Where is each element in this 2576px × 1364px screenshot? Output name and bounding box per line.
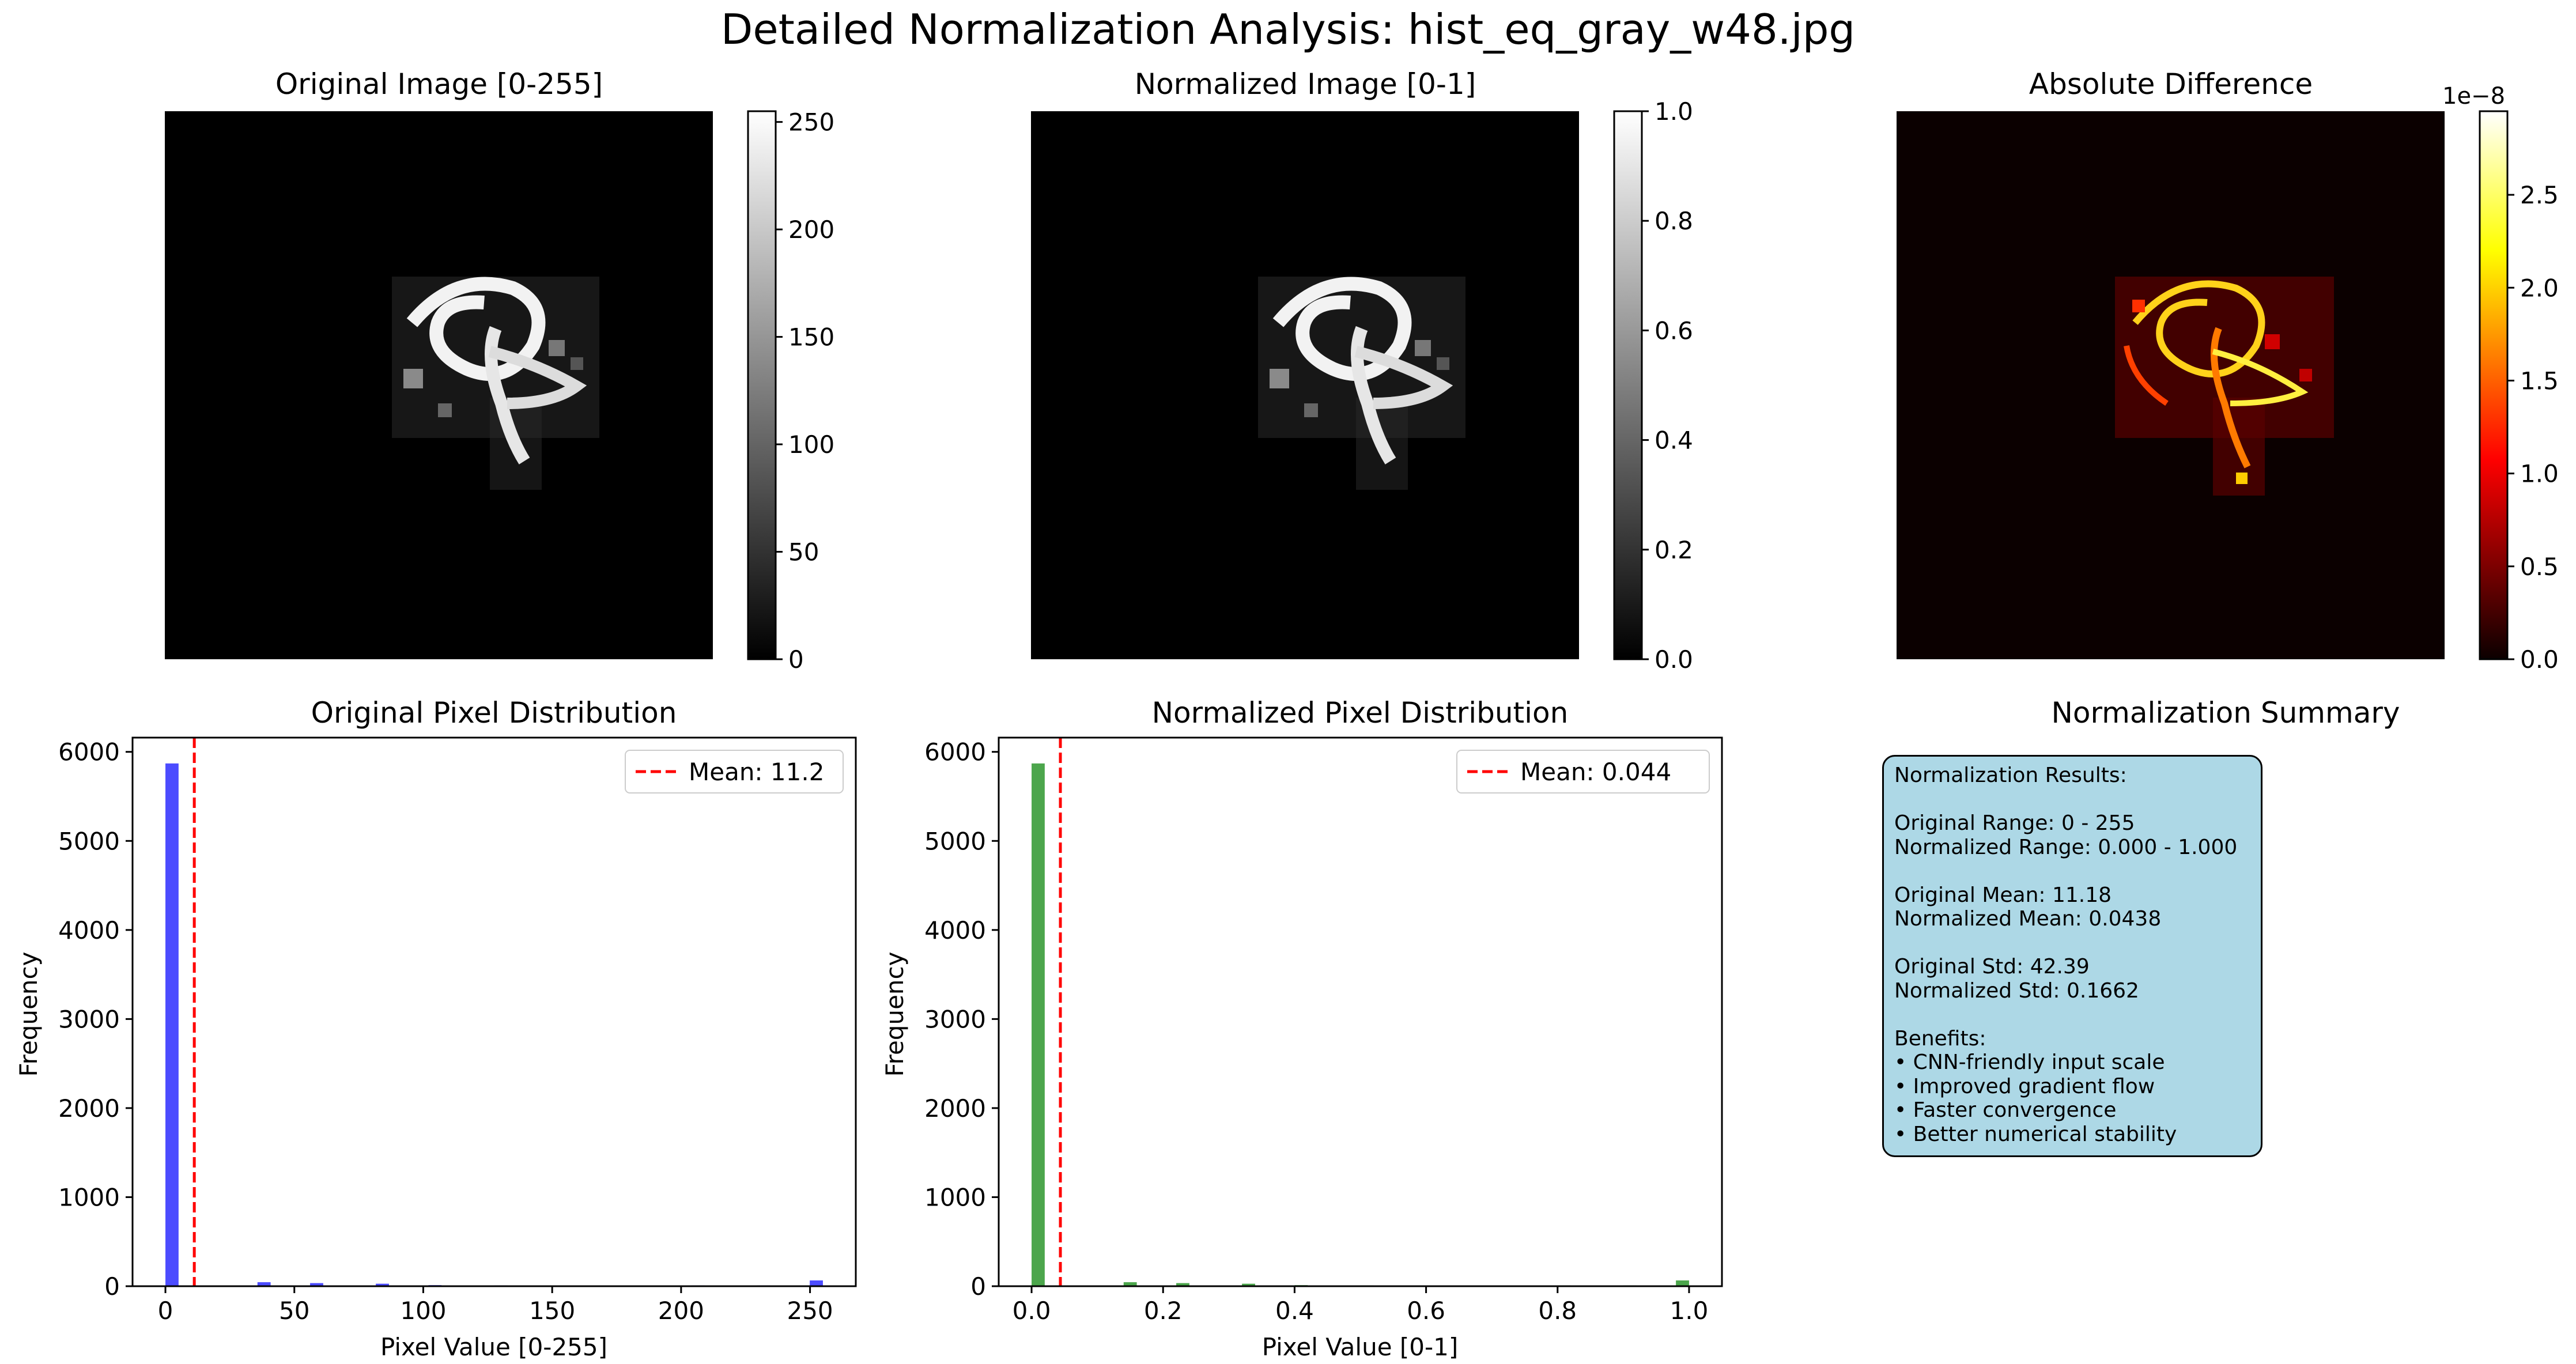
normalized-colorbar [1613,110,1643,660]
colorbar-tick-label: 0.5 [2520,553,2559,581]
y-tick-label: 1000 [58,1183,120,1211]
colorbar-tick-label: 2.0 [2520,274,2559,302]
y-tick-label: 0 [104,1272,120,1301]
difference-colorbar-ticks: 0.0 0.5 1.0 1.5 2.0 2.5 [2507,181,2559,674]
summary-title: Normalization Summary [2052,696,2400,730]
original-image-panel: Original Image [0-255] 0 50 100 150 200 250 [165,67,834,674]
summary-line [1894,1003,2253,1027]
colorbar-tick-label: 0.0 [2520,645,2559,674]
x-tick-label: 0.2 [1144,1297,1183,1325]
original-colorbar-ticks: 0 50 100 150 200 250 [776,108,834,674]
y-tick-label: 3000 [924,1005,986,1033]
colorbar-tick-label: 250 [788,108,834,137]
colorbar-tick-label: 200 [788,216,834,244]
colorbar-tick-label: 150 [788,323,834,352]
difference-image-panel: Absolute Difference 1e−8 0.0 0.5 1.0 1.5 2.0… [1897,67,2559,674]
summary-line [1894,788,2253,812]
colorbar-tick-label: 0.0 [1655,645,1693,674]
normalized-histogram: Normalized Pixel Distribution Pixel Valu… [881,696,1723,1361]
y-tick-label: 1000 [924,1183,986,1211]
y-tick-label: 4000 [924,916,986,944]
x-tick-label: 0.4 [1275,1297,1314,1325]
colorbar-tick-label: 0 [788,645,804,674]
summary-line: Normalized Std: 0.1662 [1894,978,2139,1003]
y-tick-label: 5000 [58,827,120,855]
x-tick-label: 100 [400,1297,446,1325]
plot-frame [131,736,857,1287]
colorbar-tick-label: 100 [788,430,834,459]
x-tick-label: 1.0 [1670,1297,1709,1325]
colorbar-tick-label: 0.8 [1655,207,1693,235]
summary-line: • CNN-friendly input scale [1894,1051,2165,1074]
colorbar-tick-label: 50 [788,538,819,566]
y-tick-label: 6000 [924,738,986,766]
difference-image-title: Absolute Difference [2029,67,2313,101]
normalized-image-title: Normalized Image [0-1] [1135,67,1476,101]
plot-frame [998,736,1723,1287]
summary-line: Normalized Range: 0.000 - 1.000 [1894,835,2238,859]
histogram-bar [1032,763,1045,1286]
difference-colorbar-offset: 1e−8 [2442,83,2505,109]
histogram-bar [1676,1280,1689,1286]
summary-line [1894,931,2253,955]
summary-line: Benefits: [1894,1026,1986,1051]
normalized-histogram-title: Normalized Pixel Distribution [1152,696,1569,730]
normalized-histogram-ylabel: Frequency [881,952,909,1077]
original-image-title: Original Image [0-255] [275,67,603,101]
histogram-bar [810,1280,823,1286]
summary-line [1894,859,2253,883]
figure-title: Detailed Normalization Analysis: hist_eq… [721,5,1855,54]
y-tick-label: 4000 [58,916,120,944]
colorbar-tick-label: 1.0 [1655,97,1693,126]
colorbar-tick-label: 0.2 [1655,536,1693,564]
normalized-colorbar-ticks: 0.0 0.2 0.4 0.6 0.8 1.0 [1642,97,1693,674]
summary-line: Original Mean: 11.18 [1894,883,2112,907]
summary-box: Normalization Results: Original Range: 0… [1882,755,2263,1157]
colorbar-tick-label: 0.6 [1655,316,1693,345]
colorbar-tick-label: 1.0 [2520,460,2559,488]
original-histogram-title: Original Pixel Distribution [311,696,677,730]
summary-line: Normalized Mean: 0.0438 [1894,907,2162,931]
original-histogram-ylabel: Frequency [14,952,43,1077]
x-tick-label: 50 [279,1297,309,1325]
x-tick-label: 250 [787,1297,833,1325]
legend: Mean: 11.2 [625,750,844,794]
summary-line: • Better numerical stability [1894,1122,2177,1146]
legend: Mean: 0.044 [1456,750,1710,794]
summary-line: Original Range: 0 - 255 [1894,811,2135,835]
normalized-image-panel: Normalized Image [0-1] 0.0 0.2 0.4 0.6 0.8 1.… [1031,67,1693,674]
figure: Detailed Normalization Analysis: hist_eq… [14,5,2559,1361]
x-tick-label: 150 [529,1297,575,1325]
legend-label: Mean: 0.044 [1520,758,1671,786]
difference-colorbar [2479,110,2509,660]
y-tick-label: 2000 [924,1094,986,1123]
original-histogram-marks: 0 50 100 150 200 250 0 1000 2000 3000 4000 5000 6000… [58,736,857,1325]
y-tick-label: 5000 [924,827,986,855]
original-colorbar [747,110,777,660]
original-histogram-xlabel: Pixel Value [0-255] [380,1333,607,1361]
summary-line: Normalization Results: [1894,764,2127,787]
normalized-histogram-marks: 0.0 0.2 0.4 0.6 0.8 1.0 0 1000 2000 3000 4000 5000 6… [924,736,1723,1325]
original-histogram: Original Pixel Distribution Pixel Value … [14,696,857,1361]
normalized-histogram-xlabel: Pixel Value [0-1] [1262,1333,1459,1361]
y-tick-label: 6000 [58,738,120,766]
colorbar-tick-label: 2.5 [2520,181,2559,209]
y-tick-label: 0 [970,1272,986,1301]
histogram-bar [165,763,179,1286]
summary-line: • Faster convergence [1894,1098,2117,1122]
x-tick-label: 0 [158,1297,173,1325]
x-tick-label: 200 [658,1297,704,1325]
y-tick-label: 2000 [58,1094,120,1123]
summary-line: Original Std: 42.39 [1894,955,2090,978]
summary-line: • Improved gradient flow [1894,1074,2155,1098]
y-tick-label: 3000 [58,1005,120,1033]
legend-label: Mean: 11.2 [689,758,824,786]
colorbar-tick-label: 0.4 [1655,426,1693,455]
x-tick-label: 0.8 [1538,1297,1577,1325]
x-tick-label: 0.6 [1407,1297,1445,1325]
x-tick-label: 0.0 [1013,1297,1051,1325]
colorbar-tick-label: 1.5 [2520,366,2559,395]
